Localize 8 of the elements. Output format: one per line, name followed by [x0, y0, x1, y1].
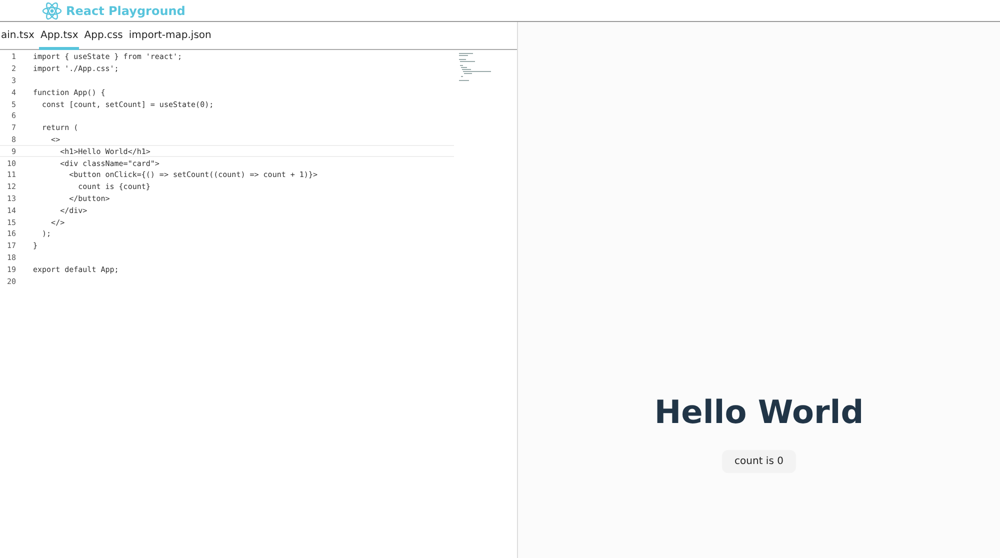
file-tab[interactable]: App.tsx: [39, 22, 80, 50]
count-button[interactable]: count is 0: [722, 450, 796, 473]
file-tab[interactable]: App.css: [83, 22, 124, 50]
file-tab[interactable]: ain.tsx: [0, 22, 36, 50]
file-tab[interactable]: import-map.json: [128, 22, 212, 50]
app-title: React Playground: [66, 4, 186, 18]
preview-heading: Hello World: [654, 392, 864, 432]
atom-icon: [42, 2, 62, 20]
